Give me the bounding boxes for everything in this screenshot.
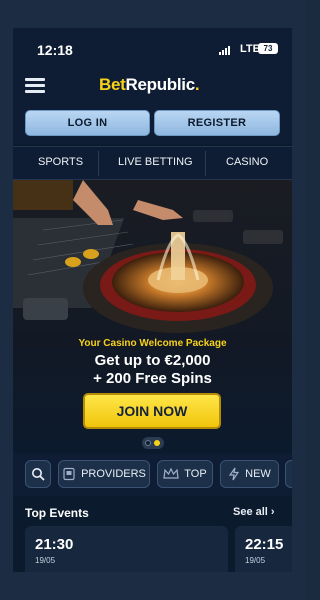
new-label: NEW bbox=[245, 468, 271, 480]
logo-dot: . bbox=[194, 75, 200, 94]
app-header: BetRepublic. bbox=[13, 74, 292, 106]
promo-headline-2: + 200 Free Spins bbox=[93, 370, 212, 387]
logo-bet-text: Bet bbox=[99, 75, 126, 94]
nav-casino[interactable]: CASINO bbox=[226, 156, 268, 168]
providers-button[interactable]: PROVIDERS bbox=[58, 460, 150, 488]
login-button[interactable]: LOG IN bbox=[25, 110, 150, 136]
chevron-right-icon: › bbox=[270, 506, 275, 518]
see-all-label: See all bbox=[233, 506, 268, 518]
register-button[interactable]: REGISTER bbox=[154, 110, 280, 136]
network-label: LTE bbox=[240, 43, 260, 55]
event-time: 22:15 bbox=[245, 536, 284, 553]
outer-frame: 12:18 LTE 73 BetRepublic. LOG IN REGISTE… bbox=[0, 0, 305, 600]
event-date: 19/05 bbox=[35, 556, 56, 565]
filter-overflow[interactable] bbox=[285, 460, 292, 488]
carousel-indicator bbox=[142, 437, 164, 449]
see-all-link[interactable]: See all › bbox=[233, 506, 275, 518]
top-events: Top Events See all › 21:30 19/05 22:15 1… bbox=[13, 496, 292, 572]
promo-banner[interactable]: Your Casino Welcome Package Get up to €2… bbox=[13, 180, 292, 454]
promo-subtitle: Your Casino Welcome Package bbox=[78, 338, 227, 349]
top-events-title: Top Events bbox=[25, 506, 89, 520]
battery-icon: 73 bbox=[258, 43, 278, 54]
lightning-icon bbox=[228, 467, 240, 481]
logo-republic-text: Republic bbox=[125, 75, 196, 94]
status-bar: 12:18 LTE 73 bbox=[13, 28, 292, 74]
phone-screen: 12:18 LTE 73 BetRepublic. LOG IN REGISTE… bbox=[13, 28, 292, 572]
nav-live-betting[interactable]: LIVE BETTING bbox=[118, 156, 193, 168]
event-card[interactable]: 21:30 19/05 bbox=[25, 526, 228, 572]
new-button[interactable]: NEW bbox=[220, 460, 279, 488]
event-card[interactable]: 22:15 19/05 bbox=[235, 526, 292, 572]
signal-icon bbox=[219, 45, 230, 55]
crown-icon bbox=[163, 467, 179, 479]
promo-headline: Get up to €2,000 bbox=[94, 352, 211, 369]
casino-filters: PROVIDERS TOP NEW bbox=[13, 454, 292, 496]
event-date: 19/05 bbox=[245, 556, 266, 565]
join-now-button[interactable]: JOIN NOW bbox=[83, 393, 221, 429]
nav-divider bbox=[98, 151, 99, 176]
status-time: 12:18 bbox=[37, 42, 73, 58]
carousel-dot-2[interactable] bbox=[154, 440, 160, 446]
menu-icon[interactable] bbox=[25, 78, 45, 94]
search-icon bbox=[32, 468, 45, 481]
auth-row: LOG IN REGISTER bbox=[13, 106, 292, 144]
search-button[interactable] bbox=[25, 460, 51, 488]
top-label: TOP bbox=[184, 468, 207, 480]
nav-sports[interactable]: SPORTS bbox=[38, 156, 83, 168]
top-button[interactable]: TOP bbox=[157, 460, 213, 488]
providers-label: PROVIDERS bbox=[81, 468, 146, 480]
nav-divider bbox=[205, 151, 206, 176]
betrepublic-logo[interactable]: BetRepublic. bbox=[99, 75, 200, 95]
event-time: 21:30 bbox=[35, 536, 74, 553]
main-nav: SPORTS LIVE BETTING CASINO bbox=[13, 146, 292, 180]
providers-icon bbox=[63, 467, 75, 481]
carousel-dot-1[interactable] bbox=[145, 440, 151, 446]
